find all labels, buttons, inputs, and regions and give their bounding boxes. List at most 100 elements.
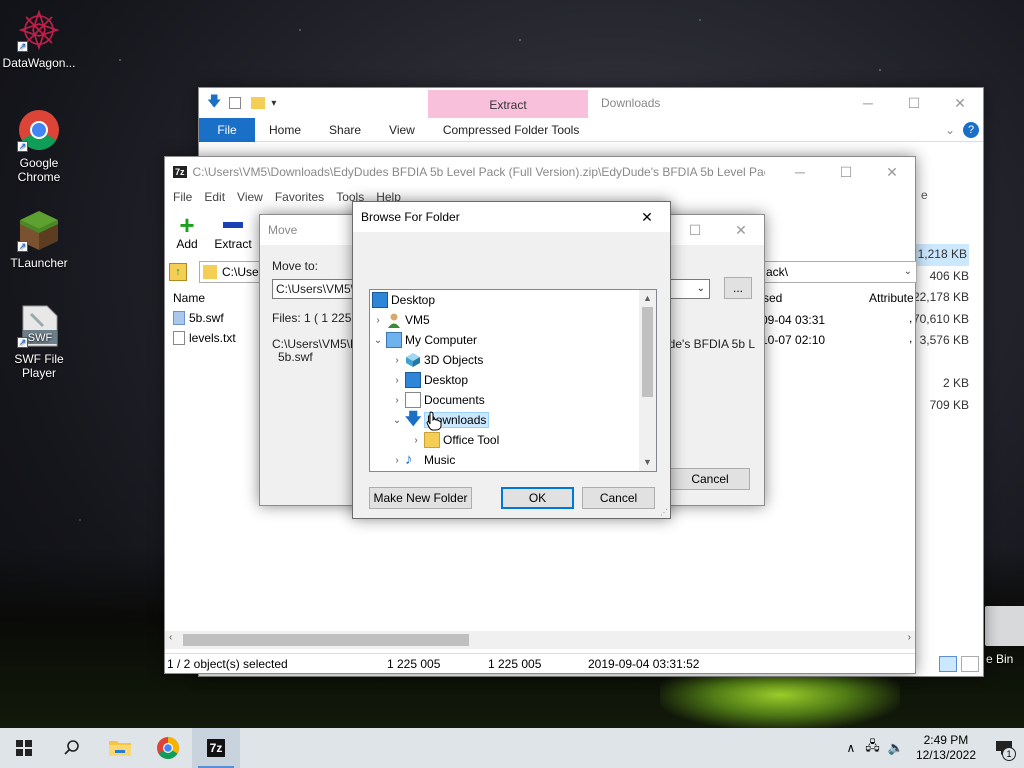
close-button[interactable]: ✕ — [718, 215, 764, 245]
folder-tree[interactable]: Desktop › VM5 ⌄ My Computer › 3D Objects… — [369, 289, 657, 472]
close-button[interactable]: ✕ — [869, 157, 915, 187]
folder-icon — [424, 432, 440, 448]
explorer-size-column: 1,218 KB 406 KB 22,178 KB 70,610 KB 3,57… — [912, 244, 969, 416]
start-button[interactable] — [0, 728, 48, 768]
move-cancel-button[interactable]: Cancel — [670, 468, 750, 490]
recycle-bin-icon[interactable] — [985, 606, 1024, 646]
tab-view[interactable]: View — [375, 118, 429, 142]
menu-view[interactable]: View — [231, 190, 269, 204]
large-icons-view-icon[interactable] — [961, 656, 979, 672]
action-center-button[interactable]: 1 — [984, 728, 1024, 768]
music-icon: ♪ — [405, 451, 413, 468]
taskbar-file-explorer[interactable] — [96, 728, 144, 768]
size-value: 709 KB — [929, 397, 969, 412]
tree-item-label: Music — [424, 453, 456, 467]
minimize-button[interactable]: ─ — [845, 88, 891, 118]
scroll-right-icon[interactable]: › — [908, 632, 911, 643]
3d-objects-icon — [405, 352, 421, 368]
address-dropdown-icon[interactable]: ⌄ — [904, 262, 912, 282]
close-button[interactable]: ✕ — [624, 202, 670, 232]
tab-compressed-folder-tools[interactable]: Compressed Folder Tools — [429, 118, 594, 142]
browse-titlebar[interactable]: Browse For Folder ✕ — [353, 202, 670, 232]
chevron-down-icon[interactable]: ⌄ — [391, 415, 403, 426]
sevenzip-titlebar[interactable]: 7z C:\Users\VM5\Downloads\EdyDudes BFDIA… — [165, 157, 915, 187]
list-item[interactable]: levels.txt — [173, 331, 236, 345]
desktop-icon-tlauncher[interactable]: ↗ TLauncher — [1, 208, 77, 270]
tab-home[interactable]: Home — [255, 118, 315, 142]
chevron-right-icon[interactable]: › — [391, 395, 403, 406]
tree-item-office-tool[interactable]: › Office Tool — [410, 430, 499, 450]
browse-title: Browse For Folder — [361, 210, 460, 224]
tree-item-desktop[interactable]: Desktop — [370, 290, 435, 310]
explorer-titlebar[interactable]: 🡇 ▾ Extract Downloads ─ ☐ ✕ — [199, 88, 983, 118]
chevron-right-icon[interactable]: › — [410, 435, 422, 446]
tree-item-desktop-folder[interactable]: › Desktop — [391, 370, 468, 390]
tree-item-my-computer[interactable]: ⌄ My Computer — [372, 330, 477, 350]
maximize-button[interactable]: ☐ — [672, 215, 718, 245]
menu-edit[interactable]: Edit — [198, 190, 231, 204]
chevron-right-icon[interactable]: › — [391, 455, 403, 466]
scrollbar-thumb[interactable] — [183, 634, 469, 646]
column-modified[interactable]: sed — [763, 291, 782, 305]
explorer-title: Downloads — [601, 96, 661, 110]
network-icon[interactable]: 🖧 — [865, 737, 880, 759]
move-to-dropdown-icon[interactable]: ⌄ — [697, 280, 705, 298]
quick-access-dropdown-icon[interactable]: ▾ — [271, 98, 276, 109]
chevron-right-icon[interactable]: › — [372, 315, 384, 326]
recycle-bin-label: e Bin — [986, 652, 1014, 666]
help-icon[interactable]: ? — [963, 121, 979, 138]
maximize-button[interactable]: ☐ — [891, 88, 937, 118]
clock[interactable]: 2:49 PM 12/13/2022 — [916, 733, 976, 763]
extract-context-tab[interactable]: Extract — [428, 90, 588, 118]
chevron-up-icon[interactable]: ∧ — [846, 741, 855, 755]
menu-file[interactable]: File — [167, 190, 198, 204]
menu-favorites[interactable]: Favorites — [269, 190, 330, 204]
tree-item-vm5[interactable]: › VM5 — [372, 310, 430, 330]
tab-file[interactable]: File — [199, 117, 255, 142]
cancel-button[interactable]: Cancel — [582, 487, 655, 509]
scrollbar-thumb[interactable] — [642, 307, 653, 397]
make-new-folder-button[interactable]: Make New Folder — [369, 487, 472, 509]
status-packed: 1 225 005 — [488, 656, 542, 671]
add-button[interactable]: + Add — [165, 209, 209, 255]
horizontal-scrollbar[interactable]: ‹ › — [165, 631, 915, 649]
downloads-icon: 🡇 — [405, 411, 422, 428]
close-button[interactable]: ✕ — [937, 88, 983, 118]
column-attributes[interactable]: Attribute — [869, 291, 914, 305]
minimize-button[interactable]: ─ — [777, 157, 823, 187]
tree-item-music[interactable]: › ♪ Music — [391, 450, 455, 470]
scroll-left-icon[interactable]: ‹ — [169, 632, 172, 643]
sevenzip-statusbar: 1 / 2 object(s) selected 1 225 005 1 225… — [165, 653, 915, 673]
folder-icon[interactable] — [251, 97, 266, 109]
desktop-icon-datawagon[interactable]: ↗ DataWagon... — [1, 8, 77, 70]
list-item[interactable]: 5b.swf — [173, 311, 224, 325]
volume-icon[interactable]: 🔈 — [888, 740, 904, 756]
chevron-right-icon[interactable]: › — [391, 375, 403, 386]
column-name[interactable]: Name — [173, 291, 205, 305]
chevron-right-icon[interactable]: › — [391, 355, 403, 366]
ok-button[interactable]: OK — [501, 487, 574, 509]
taskbar-7zip[interactable]: 7z — [192, 728, 240, 768]
search-button[interactable] — [48, 728, 96, 768]
up-folder-icon[interactable]: ↑ — [169, 263, 187, 281]
tab-share[interactable]: Share — [315, 118, 375, 142]
desktop-icon-chrome[interactable]: ↗ Google Chrome — [1, 108, 77, 184]
desktop-icon-swf-player[interactable]: SWF ↗ SWF File Player — [1, 304, 77, 380]
browse-for-folder-dialog[interactable]: Browse For Folder ✕ Desktop › VM5 ⌄ My C… — [352, 201, 671, 519]
tree-item-3d-objects[interactable]: › 3D Objects — [391, 350, 483, 370]
browse-button[interactable]: ... — [724, 277, 752, 299]
taskbar-chrome[interactable] — [144, 728, 192, 768]
extract-button[interactable]: Extract — [209, 209, 257, 255]
ribbon-expand-icon[interactable]: ⌄ — [945, 123, 955, 137]
tree-item-documents[interactable]: › Documents — [391, 390, 485, 410]
scroll-up-icon[interactable]: ▲ — [639, 290, 656, 307]
tree-scrollbar[interactable]: ▲ ▼ — [639, 290, 656, 471]
details-view-icon[interactable] — [939, 656, 957, 672]
source-file: 5b.swf — [278, 350, 313, 364]
chrome-icon: ↗ — [17, 108, 61, 152]
scroll-down-icon[interactable]: ▼ — [639, 454, 656, 471]
resize-grip-icon[interactable]: ⋰ — [660, 508, 668, 517]
chevron-down-icon[interactable]: ⌄ — [372, 335, 384, 346]
maximize-button[interactable]: ☐ — [823, 157, 869, 187]
properties-icon[interactable] — [229, 97, 242, 109]
